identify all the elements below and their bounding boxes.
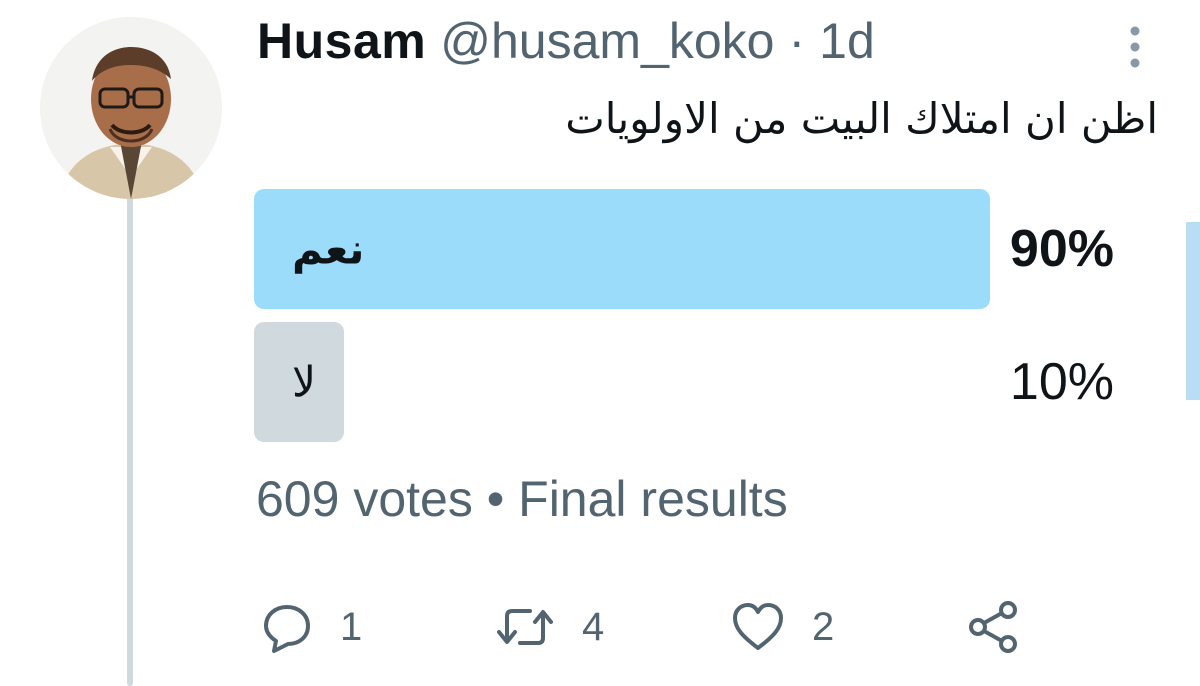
thread-line	[127, 195, 133, 686]
handle[interactable]: @husam_koko	[440, 12, 774, 70]
timestamp[interactable]: 1d	[819, 12, 875, 70]
meta-separator: ·	[788, 13, 806, 69]
more-icon[interactable]	[1118, 22, 1152, 72]
share-icon	[966, 600, 1022, 654]
tweet-text: اظن ان امتلاك البيت من الاولويات	[565, 94, 1158, 143]
reply-icon	[260, 600, 314, 654]
retweet-icon	[494, 600, 556, 654]
tweet-actions: 1 4 2	[256, 592, 1056, 662]
poll-votes: 609 votes	[256, 471, 473, 527]
poll-option-yes: نعم 90%	[254, 189, 1114, 309]
tweet-header: Husam @husam_koko · 1d	[257, 12, 875, 82]
display-name[interactable]: Husam	[257, 12, 426, 70]
poll-meta: 609 votes • Final results	[256, 470, 788, 528]
poll-option-percent: 10%	[1009, 353, 1114, 411]
poll-option-label: نعم	[292, 224, 365, 274]
retweet-count: 4	[582, 604, 605, 649]
poll-option-label: لا	[292, 357, 316, 407]
like-count: 2	[812, 604, 835, 649]
retweet-button[interactable]: 4	[494, 592, 604, 662]
poll-option-percent: 90%	[1009, 220, 1114, 278]
poll-status: Final results	[518, 471, 788, 527]
share-button[interactable]	[966, 592, 1022, 662]
avatar-portrait	[40, 17, 222, 199]
like-icon	[730, 600, 786, 654]
poll-option-no: لا 10%	[254, 322, 1114, 442]
reply-button[interactable]: 1	[260, 592, 362, 662]
avatar[interactable]	[40, 17, 222, 199]
poll-meta-separator: •	[486, 471, 505, 527]
tweet-page: Husam @husam_koko · 1d اظن ان امتلاك الب…	[0, 0, 1200, 686]
scrollbar-thumb[interactable]	[1186, 222, 1200, 400]
reply-count: 1	[340, 604, 363, 649]
like-button[interactable]: 2	[730, 592, 834, 662]
